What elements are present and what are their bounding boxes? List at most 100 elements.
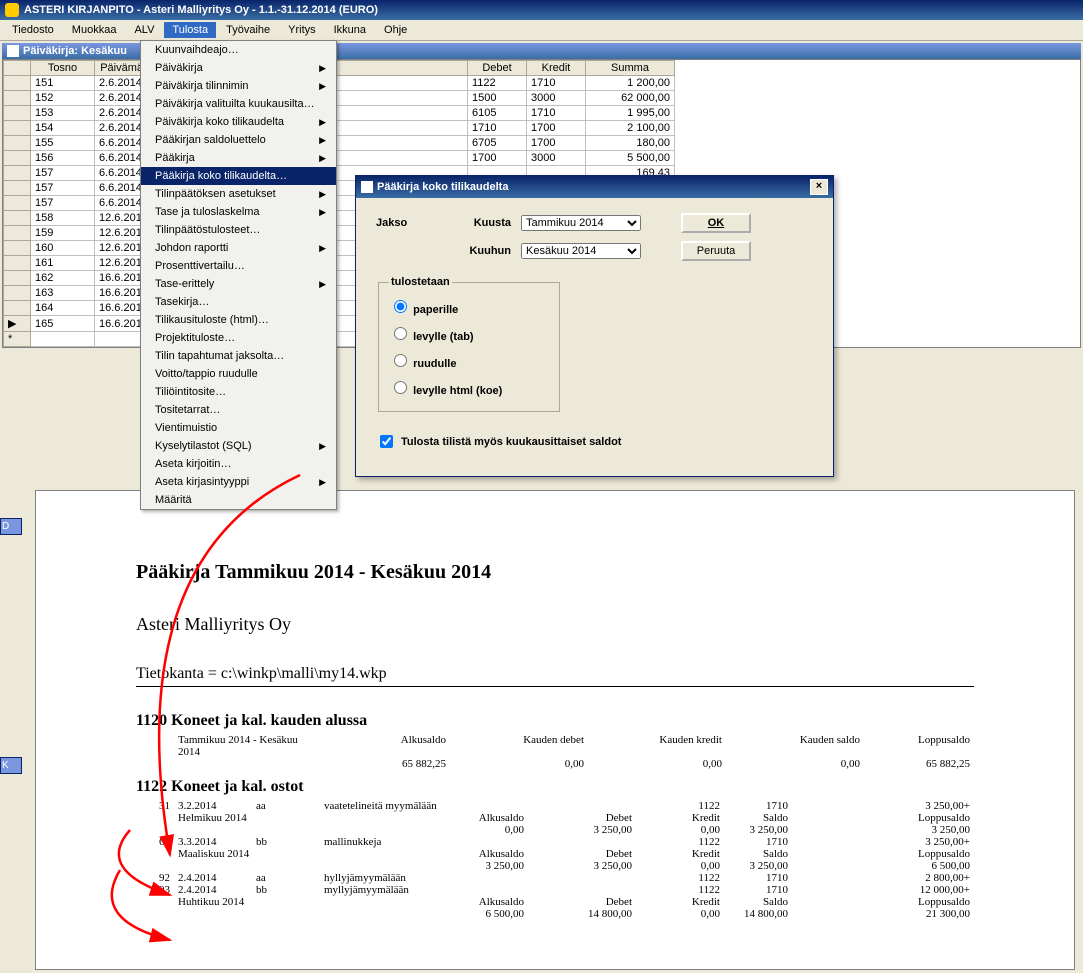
row-header[interactable] [4,91,31,106]
menu-item[interactable]: Tilikausituloste (html)… [141,311,336,329]
menu-item[interactable]: Kuunvaihdeajo… [141,41,336,59]
cell-kredit[interactable]: 1710 [527,76,586,91]
menu-item[interactable]: Projektituloste… [141,329,336,347]
cell-debet[interactable]: 1710 [468,121,527,136]
cell-summa[interactable]: 62 000,00 [586,91,675,106]
menu-item[interactable]: Tilinpäätöksen asetukset▶ [141,185,336,203]
menu-tiedosto[interactable]: Tiedosto [4,22,62,38]
cell-tosno[interactable]: 161 [31,256,95,271]
row-header[interactable] [4,196,31,211]
peruuta-button[interactable]: Peruuta [681,241,751,261]
kuuhun-select[interactable]: Kesäkuu 2014 [521,243,641,259]
row-header[interactable] [4,121,31,136]
menu-ikkuna[interactable]: Ikkuna [326,22,374,38]
row-new[interactable]: * [4,332,31,347]
col-debet[interactable]: Debet [468,61,527,76]
cell-summa[interactable]: 1 995,00 [586,106,675,121]
sidebar-bit-d[interactable]: D [0,518,22,535]
row-header[interactable] [4,151,31,166]
sidebar-bit-k[interactable]: K [0,757,22,774]
menu-muokkaa[interactable]: Muokkaa [64,22,125,38]
cell-debet[interactable]: 1500 [468,91,527,106]
cell-tosno[interactable]: 155 [31,136,95,151]
row-header[interactable] [4,271,31,286]
cell-tosno[interactable]: 151 [31,76,95,91]
cell-tosno[interactable]: 164 [31,301,95,316]
row-header[interactable] [4,286,31,301]
menu-tyovaihe[interactable]: Työvaihe [218,22,278,38]
row-header[interactable] [4,256,31,271]
menu-item[interactable]: Päiväkirja▶ [141,59,336,77]
cell-tosno[interactable]: 157 [31,196,95,211]
cell-tosno[interactable]: 154 [31,121,95,136]
menu-item[interactable]: Tilin tapahtumat jaksolta… [141,347,336,365]
menu-item[interactable]: Tasekirja… [141,293,336,311]
monthly-saldo-checkbox[interactable] [380,435,393,448]
menu-item[interactable]: Prosenttivertailu… [141,257,336,275]
row-header[interactable] [4,211,31,226]
cell-kredit[interactable]: 1710 [527,106,586,121]
col-summa[interactable]: Summa [586,61,675,76]
menu-item[interactable]: Päiväkirja koko tilikaudelta▶ [141,113,336,131]
menu-ohje[interactable]: Ohje [376,22,415,38]
row-header[interactable] [4,106,31,121]
cell-debet[interactable]: 6705 [468,136,527,151]
col-tosno[interactable]: Tosno [31,61,95,76]
menu-item[interactable]: Pääkirja▶ [141,149,336,167]
cell-kredit[interactable]: 1700 [527,121,586,136]
cell-kredit[interactable]: 3000 [527,151,586,166]
row-header[interactable] [4,76,31,91]
cell-tosno[interactable]: 152 [31,91,95,106]
cell-tosno[interactable]: 157 [31,166,95,181]
menu-item[interactable]: Tilinpäätöstulosteet… [141,221,336,239]
cell-tosno[interactable]: 159 [31,226,95,241]
menu-item[interactable]: Pääkirjan saldoluettelo▶ [141,131,336,149]
col-kredit[interactable]: Kredit [527,61,586,76]
menu-item[interactable]: Johdon raportti▶ [141,239,336,257]
cell-debet[interactable]: 6105 [468,106,527,121]
row-header[interactable]: ▶ [4,316,31,332]
cell-kredit[interactable]: 3000 [527,91,586,106]
close-button[interactable]: × [810,179,828,195]
menu-item[interactable]: Aseta kirjasintyyppi▶ [141,473,336,491]
kuusta-select[interactable]: Tammikuu 2014 [521,215,641,231]
menu-item[interactable]: Vientimuistio [141,419,336,437]
radio-paperille[interactable]: paperille [389,293,549,320]
cell-debet[interactable]: 1700 [468,151,527,166]
radio-levylle-html[interactable]: levylle html (koe) [389,374,549,401]
cell-tosno[interactable]: 156 [31,151,95,166]
row-header[interactable] [4,301,31,316]
menu-item[interactable]: Pääkirja koko tilikaudelta… [141,167,336,185]
cell-kredit[interactable]: 1700 [527,136,586,151]
cell-summa[interactable]: 5 500,00 [586,151,675,166]
radio-ruudulle[interactable]: ruudulle [389,347,549,374]
menu-item[interactable]: Päiväkirja tilinnimin▶ [141,77,336,95]
menu-item[interactable]: Aseta kirjoitin… [141,455,336,473]
dialog-titlebar[interactable]: Pääkirja koko tilikaudelta × [356,176,833,198]
cell-tosno[interactable]: 160 [31,241,95,256]
menu-item[interactable]: Voitto/tappio ruudulle [141,365,336,383]
ok-button[interactable]: OK [681,213,751,233]
menu-tulosta[interactable]: Tulosta [164,22,216,38]
menu-item[interactable]: Tiliöintitosite… [141,383,336,401]
cell-tosno[interactable]: 163 [31,286,95,301]
cell-summa[interactable]: 1 200,00 [586,76,675,91]
row-header[interactable] [4,181,31,196]
menu-item[interactable]: Päiväkirja valituilta kuukausilta… [141,95,336,113]
row-header[interactable] [4,226,31,241]
row-header[interactable] [4,136,31,151]
menu-item[interactable]: Tositetarrat… [141,401,336,419]
cell-tosno[interactable]: 158 [31,211,95,226]
cell-summa[interactable]: 2 100,00 [586,121,675,136]
menu-item[interactable]: Tase-erittely▶ [141,275,336,293]
cell-tosno[interactable]: 165 [31,316,95,332]
menu-item[interactable]: Määritä [141,491,336,509]
menu-alv[interactable]: ALV [126,22,162,38]
menu-yritys[interactable]: Yritys [280,22,324,38]
menu-item[interactable]: Kyselytilastot (SQL)▶ [141,437,336,455]
radio-levylle-tab[interactable]: levylle (tab) [389,320,549,347]
cell-tosno[interactable]: 162 [31,271,95,286]
cell-tosno[interactable]: 157 [31,181,95,196]
cell-debet[interactable]: 1122 [468,76,527,91]
row-header[interactable] [4,241,31,256]
